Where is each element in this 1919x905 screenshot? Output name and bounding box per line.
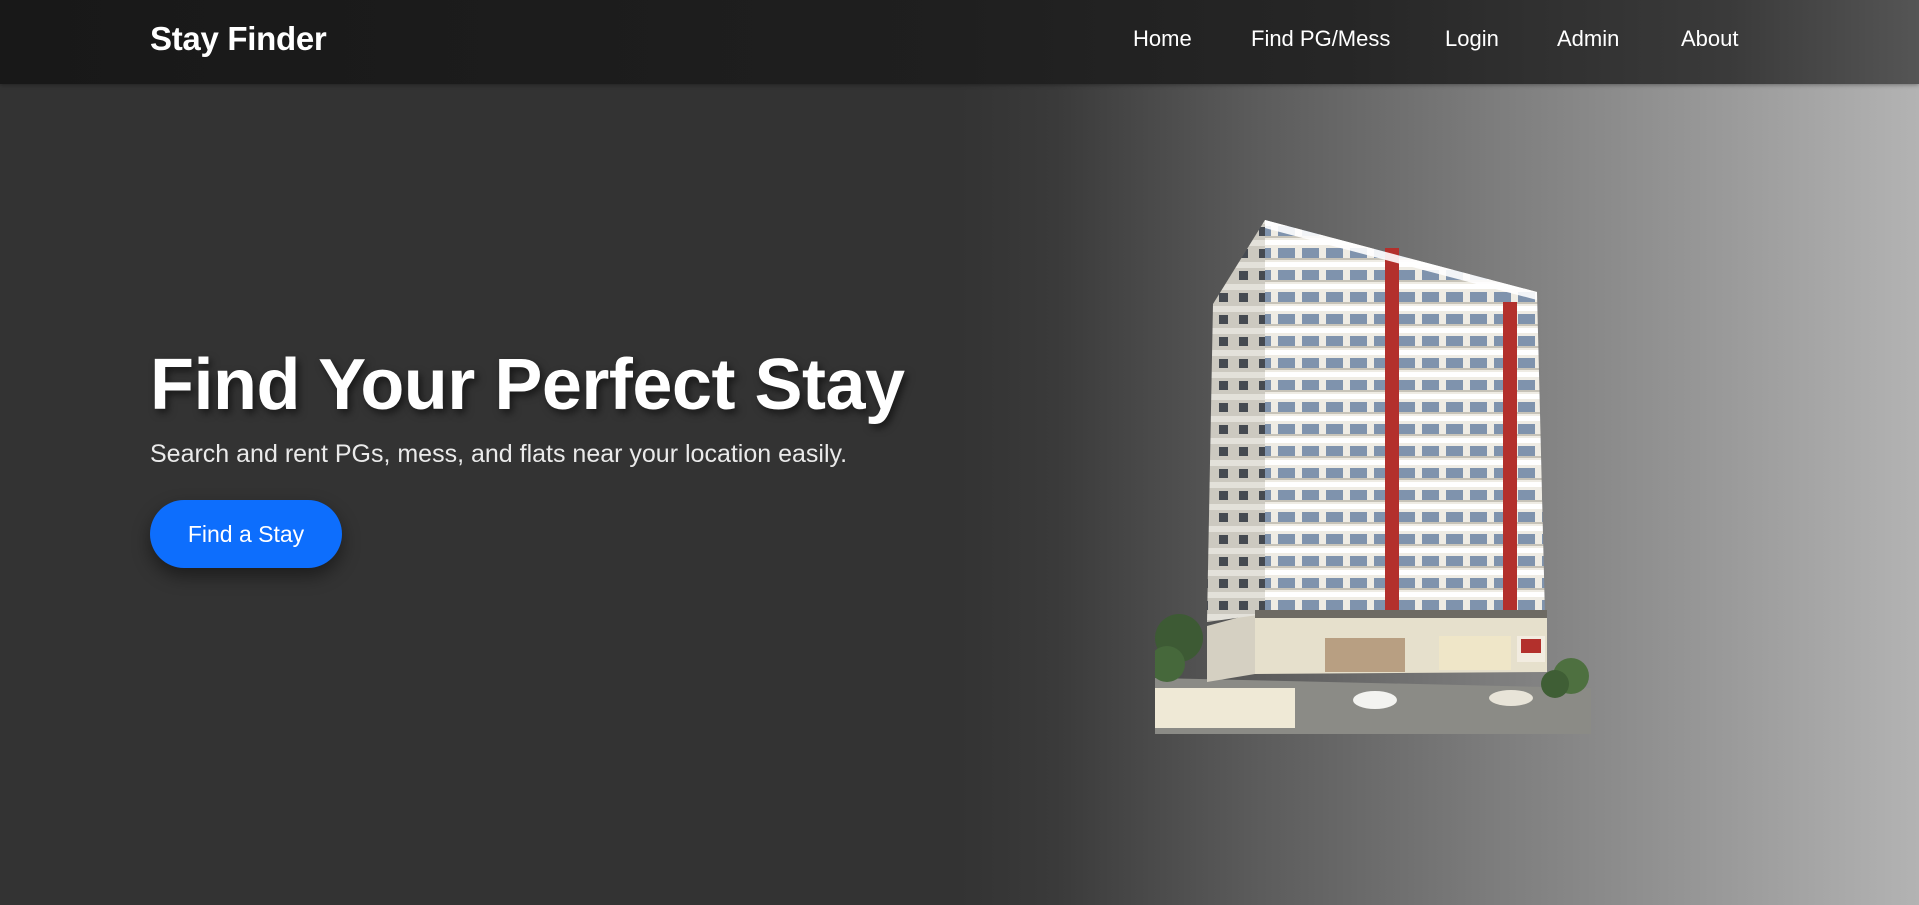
hero-title: Find Your Perfect Stay bbox=[150, 345, 905, 425]
nav-link-admin[interactable]: Admin bbox=[1557, 26, 1619, 52]
nav-link-login[interactable]: Login bbox=[1445, 26, 1499, 52]
brand-logo[interactable]: Stay Finder bbox=[150, 20, 327, 58]
navbar: Stay Finder Home Find PG/Mess Login Admi… bbox=[0, 0, 1919, 84]
apartment-building-image bbox=[1149, 218, 1591, 734]
hero-subtitle: Search and rent PGs, mess, and flats nea… bbox=[150, 440, 848, 468]
nav-link-find-pg-mess[interactable]: Find PG/Mess bbox=[1251, 26, 1390, 52]
find-a-stay-button[interactable]: Find a Stay bbox=[150, 500, 342, 568]
nav-link-about[interactable]: About bbox=[1681, 26, 1739, 52]
nav-link-home[interactable]: Home bbox=[1133, 26, 1192, 52]
